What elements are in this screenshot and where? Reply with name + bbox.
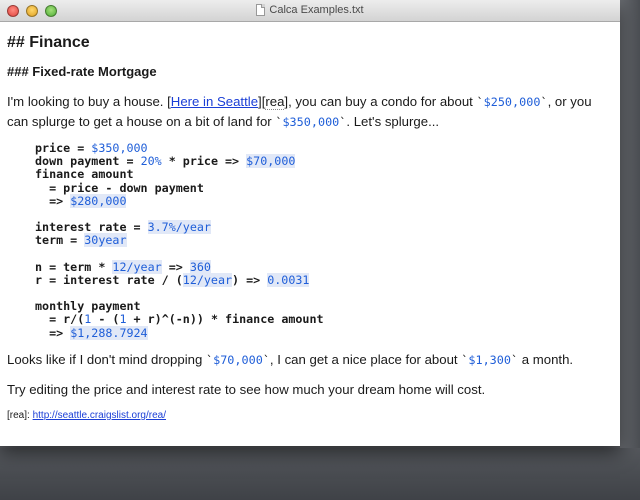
text-segment: a month. [518, 351, 574, 367]
code-text: + r)^(-n)) * finance amount [126, 312, 324, 327]
inline-code-price-condo: `$250,000` [476, 95, 548, 109]
code-text: = r/( [35, 312, 85, 327]
value-condo-price: $250,000 [483, 95, 541, 109]
code-text: price = [35, 141, 92, 155]
code-text: = price - down payment [35, 180, 204, 195]
code-line-finance-formula: = price - down payment [35, 180, 612, 195]
code-result: $1,288.7924 [70, 325, 148, 340]
code-value: 12/year [112, 259, 162, 274]
document-body[interactable]: ## Finance ### Fixed-rate Mortgage I'm l… [0, 22, 620, 421]
inline-code-down-payment: `$70,000` [205, 352, 270, 367]
value-house-price: $350,000 [282, 115, 340, 129]
text-segment: , I can get a nice place for about [269, 351, 462, 367]
code-line-r: r = interest rate / (12/year) => 0.0031 [35, 272, 612, 287]
code-text: => [35, 193, 71, 208]
paragraph-conclusion: Looks like if I don't mind dropping `$70… [7, 350, 612, 370]
desktop-background-bottom [0, 448, 640, 500]
window-title-group: Calca Examples.txt [0, 4, 620, 16]
editor-window: Calca Examples.txt ## Finance ### Fixed-… [0, 0, 620, 446]
window-titlebar[interactable]: Calca Examples.txt [0, 0, 620, 22]
code-text: n = term * [35, 259, 113, 274]
reference-label: [rea]: [7, 409, 33, 421]
code-result: 0.0031 [267, 272, 310, 287]
text-segment: ], you can buy a condo for about [284, 94, 477, 109]
code-text: => [161, 259, 190, 274]
value-down-payment: $70,000 [213, 352, 263, 367]
text-segment: Looks like if I don't mind dropping [7, 351, 206, 367]
code-line-term: term = 30year [35, 233, 612, 248]
text-segment: I'm looking to buy a house. [ [7, 94, 171, 109]
code-text: * price => [161, 154, 247, 169]
reference-url-link[interactable]: http://seattle.craigslist.org/rea/ [33, 410, 166, 421]
paragraph-tip: Try editing the price and interest rate … [7, 381, 486, 397]
code-text: interest rate = [35, 220, 148, 235]
inline-code-price-house: `$350,000` [275, 115, 347, 129]
code-text: r = interest rate / ( [35, 272, 183, 287]
code-result: 360 [189, 259, 211, 274]
code-text: ) => [232, 272, 268, 287]
code-result: $280,000 [70, 193, 127, 208]
reference-definition: [rea]: http://seattle.craigslist.org/rea… [7, 410, 612, 421]
code-text: monthly payment [35, 299, 141, 314]
code-value: $350,000 [91, 141, 148, 155]
code-value: 30year [84, 233, 127, 248]
code-result: $70,000 [246, 154, 296, 169]
link-here-in-seattle[interactable]: Here in Seattle [171, 94, 258, 109]
paragraph-intro: I'm looking to buy a house. [Here in Sea… [7, 92, 612, 132]
inline-code-monthly: `$1,300` [461, 352, 519, 367]
code-value: 3.7%/year [147, 220, 211, 235]
code-line-monthly-formula: = r/(1 - (1 + r)^(-n)) * finance amount [35, 313, 612, 326]
calculation-code-block: price = $350,000 down payment = 20% * pr… [35, 141, 612, 340]
desktop-background-right [620, 0, 640, 448]
code-text: => [35, 325, 71, 340]
text-segment: . Let's splurge... [346, 114, 440, 129]
value-monthly-payment: $1,300 [468, 352, 511, 367]
heading-fixed-rate-mortgage: ### Fixed-rate Mortgage [7, 64, 157, 79]
code-text: down payment = [35, 154, 141, 169]
code-value: 1 [119, 312, 127, 327]
code-value: 20% [140, 154, 162, 169]
window-title: Calca Examples.txt [269, 4, 364, 16]
heading-finance: ## Finance [7, 34, 90, 51]
code-text: finance amount [35, 167, 134, 182]
code-line-finance-result: => $280,000 [35, 193, 612, 208]
code-spacer [35, 248, 612, 261]
document-icon [256, 4, 266, 16]
code-text: term = [35, 233, 85, 248]
code-line-monthly-result: => $1,288.7924 [35, 325, 612, 340]
code-value: 12/year [182, 272, 233, 287]
code-text: - ( [91, 312, 120, 327]
reference-name: rea [265, 94, 285, 110]
